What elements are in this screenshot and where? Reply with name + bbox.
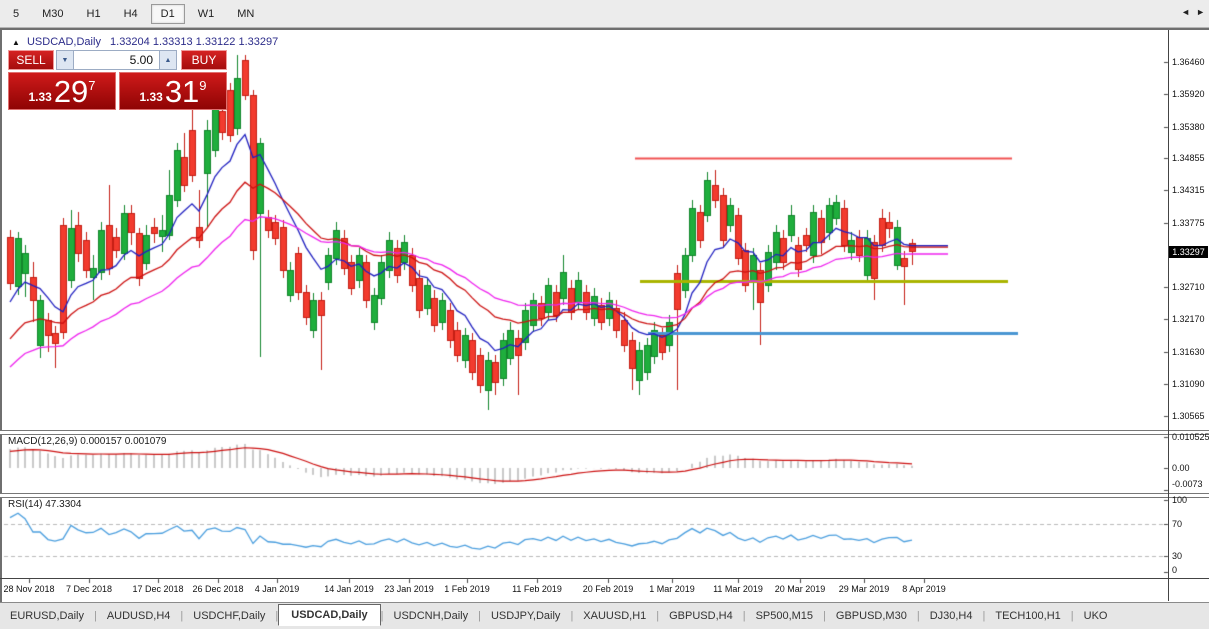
symbol-tab-sp500[interactable]: SP500,M15	[746, 606, 823, 626]
buy-price-box[interactable]: 1.33 31 9	[119, 72, 227, 110]
timeframe-button-h1[interactable]: H1	[77, 4, 111, 24]
tab-scroll-left-icon[interactable]: ◄	[1181, 7, 1190, 17]
timeframe-toolbar: 5M30H1H4D1W1MN	[0, 0, 1209, 28]
symbol-tab-gbpusd[interactable]: GBPUSD,H4	[659, 606, 743, 626]
date-axis-label: 8 Apr 2019	[902, 584, 946, 594]
price-axis-line	[1168, 30, 1169, 601]
date-axis-label: 23 Jan 2019	[384, 584, 434, 594]
timeframe-button-w1[interactable]: W1	[188, 4, 225, 24]
current-price-tag: 1.33297	[1169, 246, 1208, 258]
volume-up-icon[interactable]: ▲	[159, 50, 177, 70]
sell-price-big: 29	[54, 75, 88, 109]
macd-label: MACD(12,26,9) 0.000157 0.001079	[8, 436, 166, 447]
buy-button[interactable]: BUY	[181, 50, 227, 70]
price-axis-label: 1.36460	[1172, 57, 1205, 67]
sell-price-sup: 7	[88, 78, 95, 93]
date-axis-label: 14 Jan 2019	[324, 584, 374, 594]
sell-price-prefix: 1.33	[28, 90, 51, 104]
tab-scrollers: ◄►	[1175, 7, 1205, 17]
timeframe-button-d1[interactable]: D1	[151, 4, 185, 24]
symbol-tab-audusd[interactable]: AUDUSD,H4	[97, 606, 181, 626]
date-axis-label: 11 Feb 2019	[512, 584, 562, 594]
price-axis-label: 1.34855	[1172, 153, 1205, 163]
symbol-tab-usdcad[interactable]: USDCAD,Daily	[278, 604, 380, 626]
symbol-tab-eurusd[interactable]: EURUSD,Daily	[0, 606, 94, 626]
rsi-axis-label: 70	[1172, 519, 1182, 529]
chart-header: ▲ USDCAD,Daily 1.33204 1.33313 1.33122 1…	[12, 36, 278, 48]
date-axis-label: 28 Nov 2018	[3, 584, 54, 594]
price-axis-label: 1.32170	[1172, 314, 1205, 324]
timeframe-button-h4[interactable]: H4	[114, 4, 148, 24]
macd-panel-separator[interactable]	[0, 430, 1209, 435]
timeframe-button-m30[interactable]: M30	[32, 4, 73, 24]
symbol-tab-tech100[interactable]: TECH100,H1	[985, 606, 1070, 626]
symbol-tab-dj30[interactable]: DJ30,H4	[920, 606, 983, 626]
timeframe-button-mn[interactable]: MN	[227, 4, 264, 24]
macd-axis-label: 0.00	[1172, 463, 1190, 473]
sell-button[interactable]: SELL	[8, 50, 54, 70]
symbol-tab-xauusd[interactable]: XAUUSD,H1	[573, 606, 656, 626]
price-axis-label: 1.33775	[1172, 218, 1205, 228]
date-axis-label: 4 Jan 2019	[255, 584, 300, 594]
date-axis-label: 1 Mar 2019	[649, 584, 695, 594]
date-axis-label: 17 Dec 2018	[132, 584, 183, 594]
one-click-trading-panel: SELL ▼ 5.00 ▲ BUY 1.33 29 7 1.33 31 9	[8, 50, 227, 110]
volume-input[interactable]: 5.00	[74, 50, 159, 70]
chart-symbol-label: USDCAD,Daily	[27, 36, 101, 48]
tab-scroll-right-icon[interactable]: ►	[1196, 7, 1205, 17]
symbol-tab-usdchf[interactable]: USDCHF,Daily	[183, 606, 275, 626]
date-axis-label: 11 Mar 2019	[713, 584, 763, 594]
price-axis-label: 1.35920	[1172, 89, 1205, 99]
chart-ohlc-values: 1.33204 1.33313 1.33122 1.33297	[110, 36, 278, 48]
rsi-panel-separator[interactable]	[0, 493, 1209, 498]
price-axis-label: 1.34315	[1172, 185, 1205, 195]
price-axis-label: 1.35380	[1172, 122, 1205, 132]
volume-down-icon[interactable]: ▼	[56, 50, 74, 70]
macd-axis-label: -0.0073	[1172, 479, 1203, 489]
price-axis-label: 1.32710	[1172, 282, 1205, 292]
buy-price-big: 31	[165, 75, 199, 109]
rsi-axis-label: 30	[1172, 551, 1182, 561]
price-axis-label: 1.31630	[1172, 347, 1205, 357]
date-axis-label: 26 Dec 2018	[192, 584, 243, 594]
symbol-tab-gbpusd[interactable]: GBPUSD,M30	[826, 606, 917, 626]
price-axis-label: 1.31090	[1172, 379, 1205, 389]
collapse-triangle-icon[interactable]: ▲	[12, 38, 20, 47]
rsi-axis-label: 0	[1172, 565, 1177, 575]
symbol-tab-usdcnh[interactable]: USDCNH,Daily	[384, 606, 479, 626]
date-axis-label: 29 Mar 2019	[839, 584, 890, 594]
symbol-tab-bar: EURUSD,Daily|AUDUSD,H4|USDCHF,Daily|USDC…	[0, 602, 1209, 629]
rsi-label: RSI(14) 47.3304	[8, 499, 81, 510]
date-axis-line	[0, 578, 1209, 579]
timeframe-button-5[interactable]: 5	[3, 4, 29, 24]
date-axis-label: 20 Mar 2019	[775, 584, 826, 594]
symbol-tab-uko[interactable]: UKO	[1074, 606, 1118, 626]
date-axis-label: 7 Dec 2018	[66, 584, 112, 594]
symbol-tab-usdjpy[interactable]: USDJPY,Daily	[481, 606, 571, 626]
sell-price-box[interactable]: 1.33 29 7	[8, 72, 116, 110]
buy-price-prefix: 1.33	[139, 90, 162, 104]
volume-stepper: ▼ 5.00 ▲	[56, 50, 177, 70]
date-axis-label: 1 Feb 2019	[444, 584, 490, 594]
macd-axis-label: 0.010525	[1172, 432, 1209, 442]
buy-price-sup: 9	[199, 78, 206, 93]
date-axis-label: 20 Feb 2019	[583, 584, 634, 594]
price-axis-label: 1.30565	[1172, 411, 1205, 421]
rsi-axis-label: 100	[1172, 495, 1187, 505]
